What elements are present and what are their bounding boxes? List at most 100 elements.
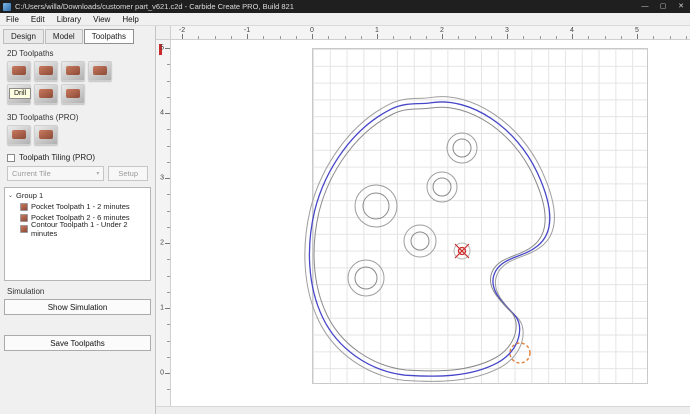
ruler-tick bbox=[507, 34, 508, 39]
simulation-label: Simulation bbox=[7, 287, 45, 296]
tab-toolpaths[interactable]: Toolpaths bbox=[83, 29, 134, 44]
ruler-tick bbox=[198, 36, 200, 39]
holes-group bbox=[347, 132, 478, 297]
ruler-tick bbox=[295, 36, 297, 39]
pocket-toolpath-item-icon bbox=[20, 202, 28, 211]
menu-library[interactable]: Library bbox=[51, 15, 87, 24]
ruler-tick bbox=[182, 34, 183, 39]
contour-toolpath-icon[interactable] bbox=[7, 61, 31, 81]
ruler-tick bbox=[653, 36, 655, 39]
engrave-toolpath-icon[interactable] bbox=[34, 84, 58, 104]
ruler-tick bbox=[167, 129, 170, 131]
toolpath-tiling-row: Toolpath Tiling (PRO) bbox=[7, 153, 148, 162]
ruler-tick bbox=[572, 34, 573, 39]
ruler-tick bbox=[377, 34, 378, 39]
menu-bar: File Edit Library View Help bbox=[0, 13, 690, 26]
ruler-row: -2 -1 0 1 2 3 4 5 bbox=[156, 26, 690, 40]
ruler-tick bbox=[165, 178, 170, 179]
minimize-button[interactable]: — bbox=[636, 0, 654, 13]
current-tile-dropdown[interactable]: Current Tile ▾ bbox=[7, 166, 105, 181]
toolpath-tree-items: Pocket Toolpath 1 - 2 minutes Pocket Tool… bbox=[8, 201, 147, 238]
chevron-expand-icon[interactable]: ⌄ bbox=[8, 192, 13, 199]
menu-help[interactable]: Help bbox=[116, 15, 144, 24]
pocket-toolpath-item-icon bbox=[20, 213, 28, 222]
ruler-tick bbox=[360, 36, 362, 39]
app-icon bbox=[3, 2, 11, 11]
toolpath-item-1[interactable]: Pocket Toolpath 1 - 2 minutes bbox=[8, 201, 147, 212]
texture-toolpath-icon-face bbox=[66, 89, 80, 98]
toolpath-group-row[interactable]: ⌄ Group 1 bbox=[8, 190, 147, 201]
ruler-tick bbox=[167, 259, 170, 261]
rough-3d-toolpath-icon[interactable] bbox=[7, 125, 31, 145]
ruler-vertical: 5 4 3 2 1 0 bbox=[156, 40, 171, 406]
ruler-tick bbox=[490, 36, 492, 39]
ruler-tick bbox=[167, 145, 170, 147]
ruler-label-v: 1 bbox=[160, 304, 164, 312]
finish-3d-toolpath-icon[interactable] bbox=[34, 125, 58, 145]
hole-1-toolpath bbox=[446, 132, 478, 164]
ruler-tick bbox=[588, 36, 590, 39]
bottom-strip bbox=[156, 406, 690, 414]
main-area: Design Model Toolpaths 2D Toolpaths Drill … bbox=[0, 26, 690, 414]
toolpath-tiling-checkbox[interactable] bbox=[7, 153, 15, 162]
ruler-tick bbox=[165, 48, 170, 49]
position-marker bbox=[453, 242, 471, 260]
menu-file[interactable]: File bbox=[0, 15, 25, 24]
menu-view[interactable]: View bbox=[87, 15, 116, 24]
ruler-tick bbox=[167, 356, 170, 358]
ruler-label-v: 0 bbox=[160, 369, 164, 377]
ruler-tick bbox=[167, 291, 170, 293]
drill-tooltip: Drill bbox=[9, 88, 32, 99]
tab-design[interactable]: Design bbox=[3, 29, 44, 44]
ruler-tick bbox=[637, 34, 638, 39]
part-outline[interactable] bbox=[313, 106, 546, 372]
menu-edit[interactable]: Edit bbox=[25, 15, 51, 24]
show-simulation-button[interactable]: Show Simulation bbox=[4, 299, 151, 315]
design-canvas[interactable] bbox=[171, 40, 690, 406]
hole-5-toolpath bbox=[347, 259, 385, 297]
close-button[interactable]: ✕ bbox=[672, 0, 690, 13]
ruler-tick bbox=[604, 36, 606, 39]
ruler-tick bbox=[620, 36, 622, 39]
hole-3-toolpath bbox=[426, 171, 458, 203]
rough-3d-toolpath-icon-face bbox=[12, 130, 26, 139]
toolpath-3d-grid bbox=[7, 125, 127, 145]
chevron-down-icon: ▾ bbox=[96, 171, 100, 177]
finish-3d-toolpath-icon-face bbox=[39, 130, 53, 139]
ruler-tick bbox=[167, 226, 170, 228]
ruler-label-v: 3 bbox=[160, 174, 164, 182]
hole-5-geometry bbox=[354, 266, 378, 290]
vcarve-toolpath-icon[interactable] bbox=[61, 61, 85, 81]
contour-toolpath-icon-face bbox=[12, 66, 26, 75]
drawing-svg bbox=[304, 96, 555, 382]
save-toolpaths-button[interactable]: Save Toolpaths bbox=[4, 335, 151, 351]
pocket-toolpath-icon-face bbox=[39, 66, 53, 75]
setup-button[interactable]: Setup bbox=[108, 166, 148, 181]
ruler-tick bbox=[167, 80, 170, 82]
advanced-vcarve-toolpath-icon[interactable] bbox=[88, 61, 112, 81]
ruler-tick bbox=[167, 194, 170, 196]
ruler-label-h: 3 bbox=[505, 27, 509, 34]
pocket-toolpath-icon[interactable] bbox=[34, 61, 58, 81]
tab-model[interactable]: Model bbox=[44, 29, 83, 44]
ruler-tick bbox=[247, 34, 248, 39]
ruler-tick bbox=[555, 36, 557, 39]
maximize-button[interactable]: ▢ bbox=[654, 0, 672, 13]
ruler-label-h: 5 bbox=[635, 27, 639, 34]
texture-toolpath-icon[interactable] bbox=[61, 84, 85, 104]
ruler-label-h: 4 bbox=[570, 27, 574, 34]
ruler-tick bbox=[539, 36, 541, 39]
ruler-label-h: 2 bbox=[440, 27, 444, 34]
ruler-label-h: 0 bbox=[310, 27, 314, 34]
ruler-tick bbox=[167, 340, 170, 342]
ruler-tick bbox=[458, 36, 460, 39]
sidebar: Design Model Toolpaths 2D Toolpaths Drill … bbox=[0, 26, 156, 414]
hole-3-geometry bbox=[432, 177, 452, 197]
ruler-tick bbox=[442, 34, 443, 39]
toolpath-tree: ⌄ Group 1 Pocket Toolpath 1 - 2 minutes P… bbox=[4, 187, 151, 281]
contour-toolpath-line bbox=[308, 101, 551, 377]
ruler-tick bbox=[167, 324, 170, 326]
toolpath-item-3[interactable]: Contour Toolpath 1 - Under 2 minutes bbox=[8, 220, 147, 238]
ruler-corner bbox=[156, 26, 171, 40]
contour-offset-line bbox=[304, 96, 555, 382]
